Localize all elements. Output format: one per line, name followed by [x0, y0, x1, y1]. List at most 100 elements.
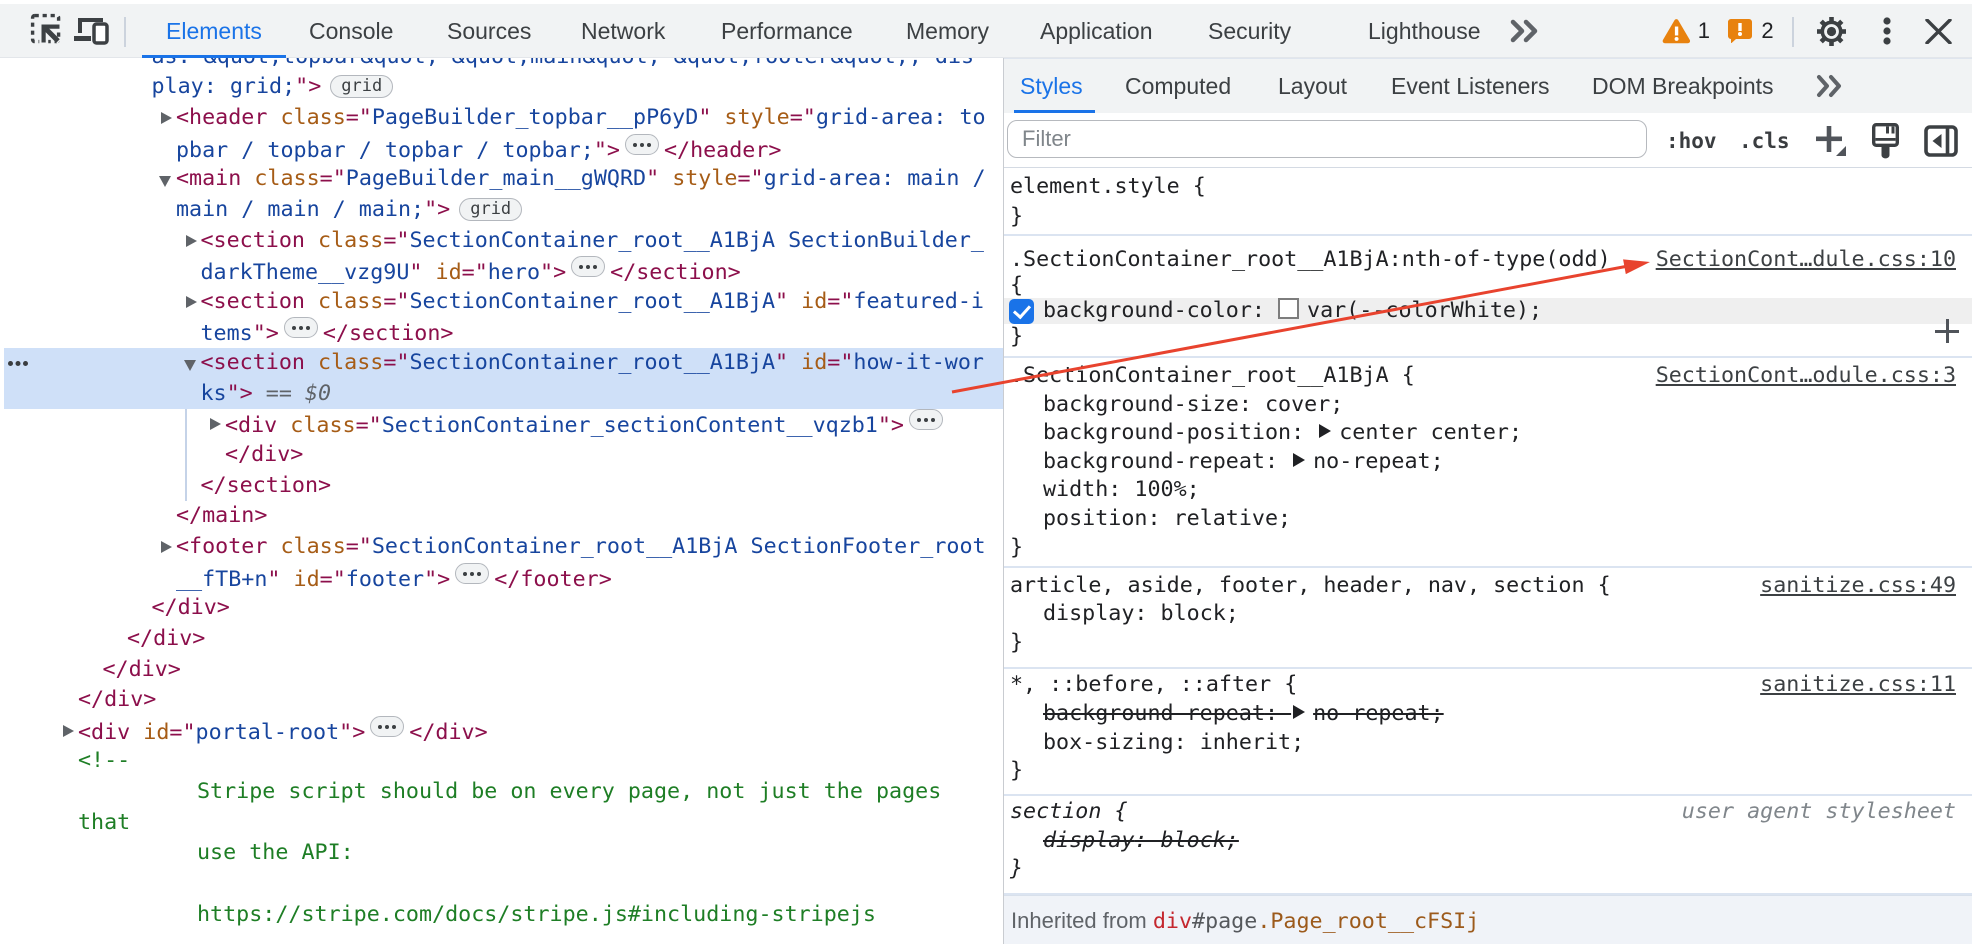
- shorthand-expander-icon[interactable]: [1293, 705, 1305, 719]
- ellipsis-expand-pill[interactable]: [455, 563, 489, 584]
- style-prop-line[interactable]: box-sizing: inherit;: [1004, 729, 1972, 758]
- more-tabs-icon[interactable]: [1506, 4, 1546, 58]
- shorthand-expander-icon[interactable]: [1293, 453, 1305, 467]
- tab-memory[interactable]: Memory: [906, 4, 989, 58]
- color-swatch[interactable]: [1278, 298, 1299, 319]
- shorthand-expander-icon[interactable]: [1319, 424, 1331, 438]
- stylesheet-link[interactable]: sanitize.css:49: [1760, 572, 1956, 601]
- style-sel-line[interactable]: .SectionContainer_root__A1BjA {SectionCo…: [1004, 362, 1972, 391]
- sidebar-more-tabs-icon[interactable]: [1816, 59, 1846, 113]
- dom-tree-row[interactable]: use the API:: [0, 838, 1003, 869]
- dom-tree-row[interactable]: main / main / main;">grid: [0, 195, 1003, 226]
- dom-tree-row[interactable]: <div id="portal-root"></div>: [0, 716, 1003, 747]
- filter-input[interactable]: [1007, 120, 1647, 158]
- new-style-rule-button[interactable]: [1814, 113, 1848, 168]
- insert-style-rule-button[interactable]: [1935, 319, 1959, 343]
- dom-tree-row[interactable]: </section>: [0, 471, 1003, 502]
- dom-tree-row[interactable]: </div>: [0, 440, 1003, 471]
- expand-arrow-right-icon[interactable]: [158, 532, 175, 563]
- style-prop-line[interactable]: display: block;: [1004, 600, 1972, 629]
- style-close-line[interactable]: }: [1004, 534, 1972, 563]
- style-prop-line[interactable]: background-repeat: no-repeat;: [1004, 448, 1972, 477]
- style-sel-line[interactable]: section {user agent stylesheet: [1004, 798, 1972, 827]
- expand-arrow-right-icon[interactable]: [60, 716, 77, 747]
- settings-gear-icon[interactable]: [1813, 4, 1849, 58]
- dom-tree-row[interactable]: that: [0, 808, 1003, 839]
- grid-badge[interactable]: grid: [330, 75, 393, 98]
- warnings-button[interactable]: 1: [1662, 4, 1710, 58]
- style-close-line[interactable]: }: [1004, 757, 1972, 786]
- dom-tree-row[interactable]: tems"></section>: [0, 317, 1003, 348]
- style-sel-line[interactable]: .SectionContainer_root__A1BjA:nth-of-typ…: [1004, 245, 1972, 274]
- dom-tree-row[interactable]: </div>: [0, 685, 1003, 716]
- tab-performance[interactable]: Performance: [721, 4, 853, 58]
- ellipsis-expand-pill[interactable]: [284, 317, 318, 338]
- stylesheet-link[interactable]: SectionCont…dule.css:10: [1656, 245, 1956, 274]
- sidebar-tab-styles[interactable]: Styles: [1020, 59, 1083, 113]
- dom-tree-row[interactable]: Stripe script should be on every page, n…: [0, 777, 1003, 808]
- dom-tree-row[interactable]: as: &quot;topbar&quot; &quot;main&quot; …: [0, 58, 1003, 72]
- tab-console[interactable]: Console: [309, 4, 393, 58]
- paint-format-icon[interactable]: [1872, 113, 1899, 168]
- dom-tree-row[interactable]: ks"> == $0: [0, 379, 1003, 410]
- inherited-node-link[interactable]: div#page.Page_root__cFSIj: [1153, 909, 1479, 934]
- sidebar-tab-event-listeners[interactable]: Event Listeners: [1391, 59, 1550, 113]
- style-close-line[interactable]: }: [1004, 629, 1972, 658]
- dom-tree-row[interactable]: <div class="SectionContainer_sectionCont…: [0, 409, 1003, 440]
- dom-tree-row[interactable]: <main class="PageBuilder_main__gWQRD" st…: [0, 164, 1003, 195]
- sidebar-tab-layout[interactable]: Layout: [1278, 59, 1347, 113]
- dom-tree-row[interactable]: __fTB+n" id="footer"></footer>: [0, 563, 1003, 594]
- dom-tree-row[interactable]: darkTheme__vzg9U" id="hero"></section>: [0, 256, 1003, 287]
- dom-tree-row[interactable]: </div>: [0, 593, 1003, 624]
- style-sel-line[interactable]: article, aside, footer, header, nav, sec…: [1004, 572, 1972, 601]
- issues-button[interactable]: 2: [1728, 4, 1774, 58]
- tab-elements[interactable]: Elements: [166, 4, 262, 58]
- style-prop-line[interactable]: display: block;: [1004, 827, 1972, 856]
- tab-lighthouse[interactable]: Lighthouse: [1368, 4, 1481, 58]
- dom-tree-row[interactable]: <section class="SectionContainer_root__A…: [0, 287, 1003, 318]
- sidebar-tab-computed[interactable]: Computed: [1125, 59, 1231, 113]
- dom-tree-row[interactable]: <header class="PageBuilder_topbar__pP6yD…: [0, 103, 1003, 134]
- style-close-line[interactable]: }: [1004, 324, 1972, 350]
- dom-tree-row[interactable]: </main>: [0, 501, 1003, 532]
- kebab-menu-icon[interactable]: [1874, 4, 1900, 58]
- inspect-element-icon[interactable]: [30, 4, 66, 58]
- element-classes-button[interactable]: .cls: [1739, 113, 1790, 168]
- expand-arrow-right-icon[interactable]: [183, 287, 200, 318]
- dom-tree-row[interactable]: <section class="SectionContainer_root__A…: [0, 226, 1003, 257]
- style-sel-line[interactable]: element.style {: [1004, 172, 1972, 202]
- dom-tree-row[interactable]: </div>: [0, 624, 1003, 655]
- ellipsis-expand-pill[interactable]: [625, 134, 659, 155]
- sidebar-tab-dom-breakpoints[interactable]: DOM Breakpoints: [1592, 59, 1774, 113]
- toggle-element-state-button[interactable]: :hov: [1666, 113, 1717, 168]
- tab-security[interactable]: Security: [1208, 4, 1291, 58]
- dom-tree-row[interactable]: </div>: [0, 655, 1003, 686]
- expand-arrow-right-icon[interactable]: [207, 409, 224, 440]
- expand-arrow-right-icon[interactable]: [183, 226, 200, 257]
- device-toolbar-icon[interactable]: [72, 4, 110, 58]
- style-sel-line[interactable]: *, ::before, ::after {sanitize.css:11: [1004, 671, 1972, 700]
- stylesheet-link[interactable]: SectionCont…odule.css:3: [1656, 362, 1956, 391]
- style-brace-line[interactable]: {: [1004, 274, 1972, 298]
- row-more-actions-dots[interactable]: [8, 348, 38, 379]
- expand-arrow-down-icon[interactable]: [183, 348, 200, 379]
- tab-sources[interactable]: Sources: [447, 4, 531, 58]
- tab-network[interactable]: Network: [581, 4, 665, 58]
- style-close-line[interactable]: }: [1004, 202, 1972, 232]
- dom-tree-row[interactable]: play: grid;">grid: [0, 72, 1003, 103]
- style-prop-line[interactable]: position: relative;: [1004, 505, 1972, 534]
- dom-tree-row[interactable]: <section class="SectionContainer_root__A…: [0, 348, 1003, 379]
- tab-application[interactable]: Application: [1040, 4, 1153, 58]
- style-close-line[interactable]: }: [1004, 855, 1972, 884]
- dom-tree-row[interactable]: [0, 869, 1003, 900]
- property-checkbox[interactable]: [1009, 299, 1034, 324]
- grid-badge[interactable]: grid: [459, 198, 522, 221]
- style-prop-line[interactable]: width: 100%;: [1004, 476, 1972, 505]
- ellipsis-expand-pill[interactable]: [909, 409, 943, 430]
- stylesheet-link[interactable]: sanitize.css:11: [1760, 671, 1956, 700]
- dom-tree-row[interactable]: <footer class="SectionContainer_root__A1…: [0, 532, 1003, 563]
- expand-arrow-down-icon[interactable]: [158, 164, 175, 195]
- style-prop-line[interactable]: background-position: center center;: [1004, 419, 1972, 448]
- dom-tree-row[interactable]: pbar / topbar / topbar / topbar;"></head…: [0, 134, 1003, 165]
- ellipsis-expand-pill[interactable]: [571, 256, 605, 277]
